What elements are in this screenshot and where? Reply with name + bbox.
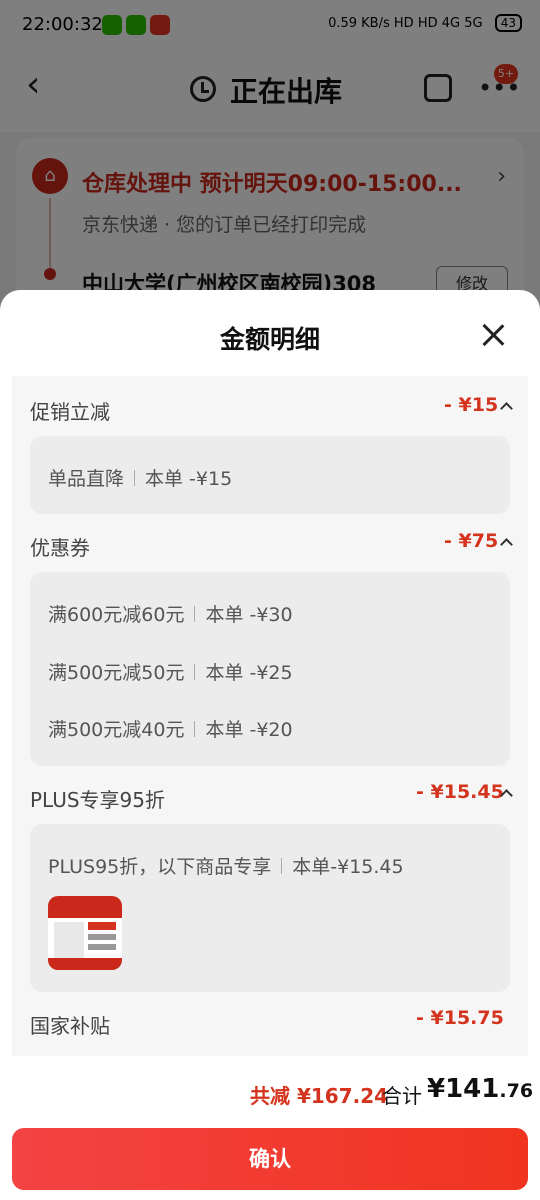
total-label: 合计 — [382, 1084, 422, 1108]
section-title: 促销立减 — [30, 400, 110, 424]
list-item: 单品直降 本单 -¥15 — [48, 464, 232, 491]
divider — [194, 664, 196, 680]
currency-symbol: ¥ — [427, 1074, 446, 1104]
total-integer: 141 — [445, 1074, 500, 1104]
divider — [281, 858, 283, 874]
section-amount: - ¥15.75 — [416, 1007, 504, 1029]
list-item: 满500元减50元 本单 -¥25 — [48, 658, 293, 685]
total-amount: ¥141.76 — [427, 1074, 533, 1104]
section-amount: - ¥75 — [444, 530, 499, 552]
section-detail-box: 满600元减60元 本单 -¥30 满500元减50元 本单 -¥25 满500元减… — [30, 572, 510, 766]
list-item: 满600元减60元 本单 -¥30 — [48, 600, 293, 627]
amount-detail-list[interactable]: 促销立减 - ¥15 单品直降 本单 -¥15 优惠券 - ¥75 满600元减6… — [12, 376, 528, 1056]
item-detail: 本单 -¥25 — [205, 662, 293, 684]
divider — [194, 606, 196, 622]
item-name: 满500元减40元 — [48, 719, 185, 741]
chevron-up-icon[interactable] — [500, 538, 513, 551]
section-amount: - ¥15.45 — [416, 781, 504, 803]
item-detail: 本单 -¥15 — [145, 468, 233, 490]
list-item: 满500元减40元 本单 -¥20 — [48, 715, 293, 742]
item-name: 单品直降 — [48, 468, 125, 490]
close-icon[interactable] — [476, 318, 510, 352]
item-detail: 本单 -¥20 — [205, 719, 293, 741]
section-amount: - ¥15 — [444, 394, 499, 416]
section-title: PLUS专享95折 — [30, 788, 165, 812]
chevron-up-icon[interactable] — [500, 402, 513, 415]
total-decimal: .76 — [499, 1080, 534, 1102]
amount-detail-sheet: 金额明细 促销立减 - ¥15 单品直降 本单 -¥15 优惠券 - ¥75 满6… — [0, 290, 540, 1200]
confirm-button[interactable]: 确认 — [12, 1128, 528, 1190]
section-title: 优惠券 — [30, 536, 90, 560]
divider — [194, 721, 196, 737]
divider — [134, 470, 136, 486]
sheet-title: 金额明细 — [219, 325, 320, 354]
item-name: PLUS95折，以下商品专享 — [48, 856, 272, 878]
product-thumbnail[interactable] — [48, 896, 122, 970]
item-name: 满500元减50元 — [48, 662, 185, 684]
total-reduction: 共减 ¥167.24 — [250, 1084, 389, 1108]
list-item: PLUS95折，以下商品专享 本单-¥15.45 — [48, 852, 404, 879]
section-detail-box: 单品直降 本单 -¥15 — [30, 436, 510, 514]
item-detail: 本单 -¥30 — [205, 604, 293, 626]
section-detail-box: PLUS95折，以下商品专享 本单-¥15.45 — [30, 824, 510, 992]
section-title: 国家补贴 — [30, 1014, 110, 1038]
item-detail: 本单-¥15.45 — [292, 856, 404, 878]
item-name: 满600元减60元 — [48, 604, 185, 626]
sheet-footer: 共减 ¥167.24 合计 ¥141.76 确认 — [0, 1056, 540, 1200]
